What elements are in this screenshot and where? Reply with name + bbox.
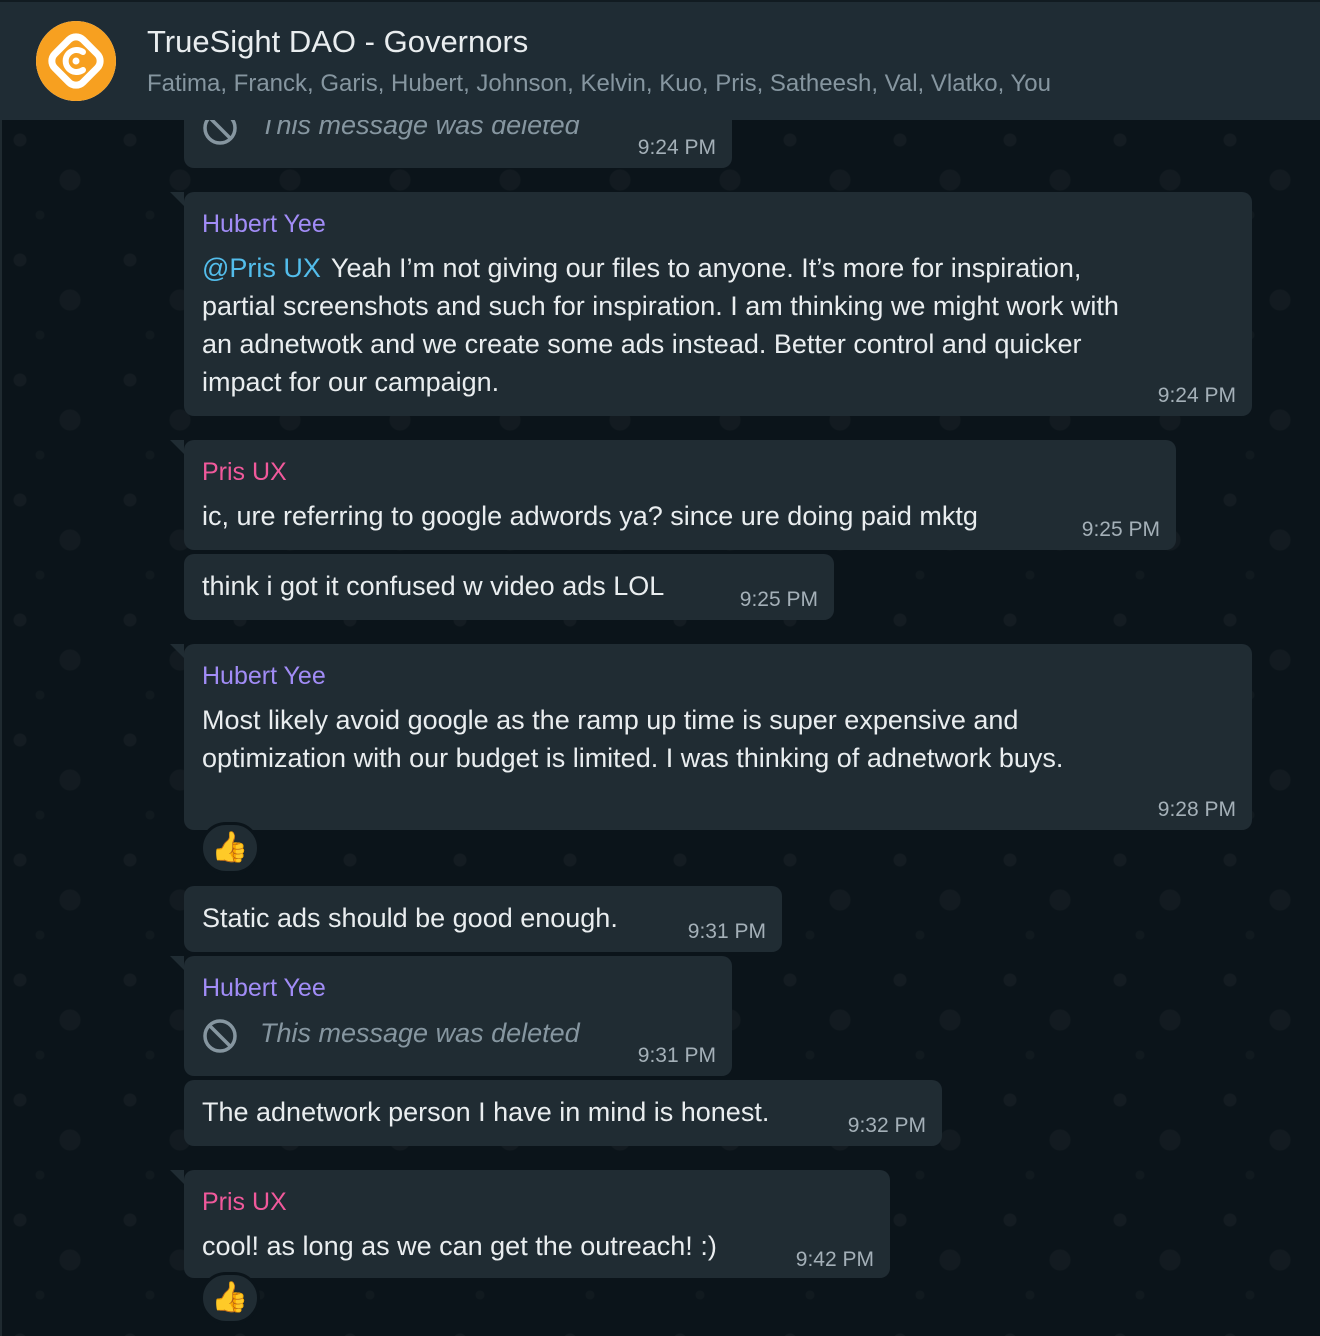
message-time: 9:31 PM xyxy=(637,1044,716,1067)
message-text: Static ads should be good enough. xyxy=(202,903,618,933)
message-time: 9:28 PM xyxy=(1157,798,1236,821)
message-text: cool! as long as we can get the outreach… xyxy=(202,1231,717,1261)
message-time: 9:25 PM xyxy=(1081,518,1160,541)
deleted-message-text: This message was deleted xyxy=(260,1018,580,1048)
message-text: The adnetwork person I have in mind is h… xyxy=(202,1097,770,1127)
message-line: impact for our campaign. xyxy=(202,367,500,397)
message-line: Most likely avoid google as the ramp up … xyxy=(202,705,1019,735)
message-text: ic, ure referring to google adwords ya? … xyxy=(202,501,978,531)
message-bubble[interactable]: The adnetwork person I have in mind is h… xyxy=(184,1080,942,1146)
sender-name[interactable]: Hubert Yee xyxy=(202,974,326,1003)
message-time: 9:32 PM xyxy=(847,1114,926,1137)
message-time: 9:24 PM xyxy=(637,136,716,159)
message-line: optimization with our budget is limited.… xyxy=(202,743,1064,773)
message-line: Yeah I’m not giving our files to anyone.… xyxy=(330,253,1082,283)
message-bubble[interactable]: think i got it confused w video ads LOL … xyxy=(184,554,834,620)
truesight-logo-icon xyxy=(36,21,116,101)
message-time: 9:42 PM xyxy=(795,1248,874,1271)
message-text: think i got it confused w video ads LOL xyxy=(202,571,665,601)
chat-title[interactable]: TrueSight DAO - Governors xyxy=(147,24,528,60)
reaction-thumbs-up[interactable]: 👍 xyxy=(200,822,260,874)
sender-name[interactable]: Hubert Yee xyxy=(202,210,326,239)
reaction-thumbs-up[interactable]: 👍 xyxy=(200,1272,260,1324)
chat-members[interactable]: Fatima, Franck, Garis, Hubert, Johnson, … xyxy=(147,70,1051,98)
message-bubble[interactable]: Hubert Yee Most likely avoid google as t… xyxy=(170,644,1252,830)
mention-link[interactable]: @Pris UX xyxy=(202,253,321,283)
message-text: @Pris UX Yeah I’m not giving our files to… xyxy=(202,249,1081,287)
message-time: 9:25 PM xyxy=(739,588,818,611)
sender-name[interactable]: Pris UX xyxy=(202,1188,287,1217)
message-bubble[interactable]: Hubert Yee @Pris UX Yeah I’m not giving o… xyxy=(170,192,1252,416)
message-line: an adnetwotk and we create some ads inst… xyxy=(202,329,1082,359)
sender-name[interactable]: Pris UX xyxy=(202,458,287,487)
group-avatar[interactable] xyxy=(36,21,116,101)
message-bubble[interactable]: Pris UX cool! as long as we can get the … xyxy=(170,1170,890,1278)
window-edge xyxy=(0,0,2,1336)
message-bubble[interactable]: Static ads should be good enough. 9:31 P… xyxy=(184,886,782,952)
message-time: 9:31 PM xyxy=(687,920,766,943)
message-time: 9:24 PM xyxy=(1157,384,1236,407)
message-line: partial screenshots and such for inspira… xyxy=(202,291,1119,321)
message-bubble[interactable]: Pris UX ic, ure referring to google adwo… xyxy=(170,440,1176,550)
blocked-icon xyxy=(203,1019,237,1053)
message-bubble-deleted[interactable]: Hubert Yee This message was deleted 9:31… xyxy=(170,956,732,1076)
sender-name[interactable]: Hubert Yee xyxy=(202,662,326,691)
chat-header[interactable]: TrueSight DAO - Governors Fatima, Franck… xyxy=(0,0,1320,120)
